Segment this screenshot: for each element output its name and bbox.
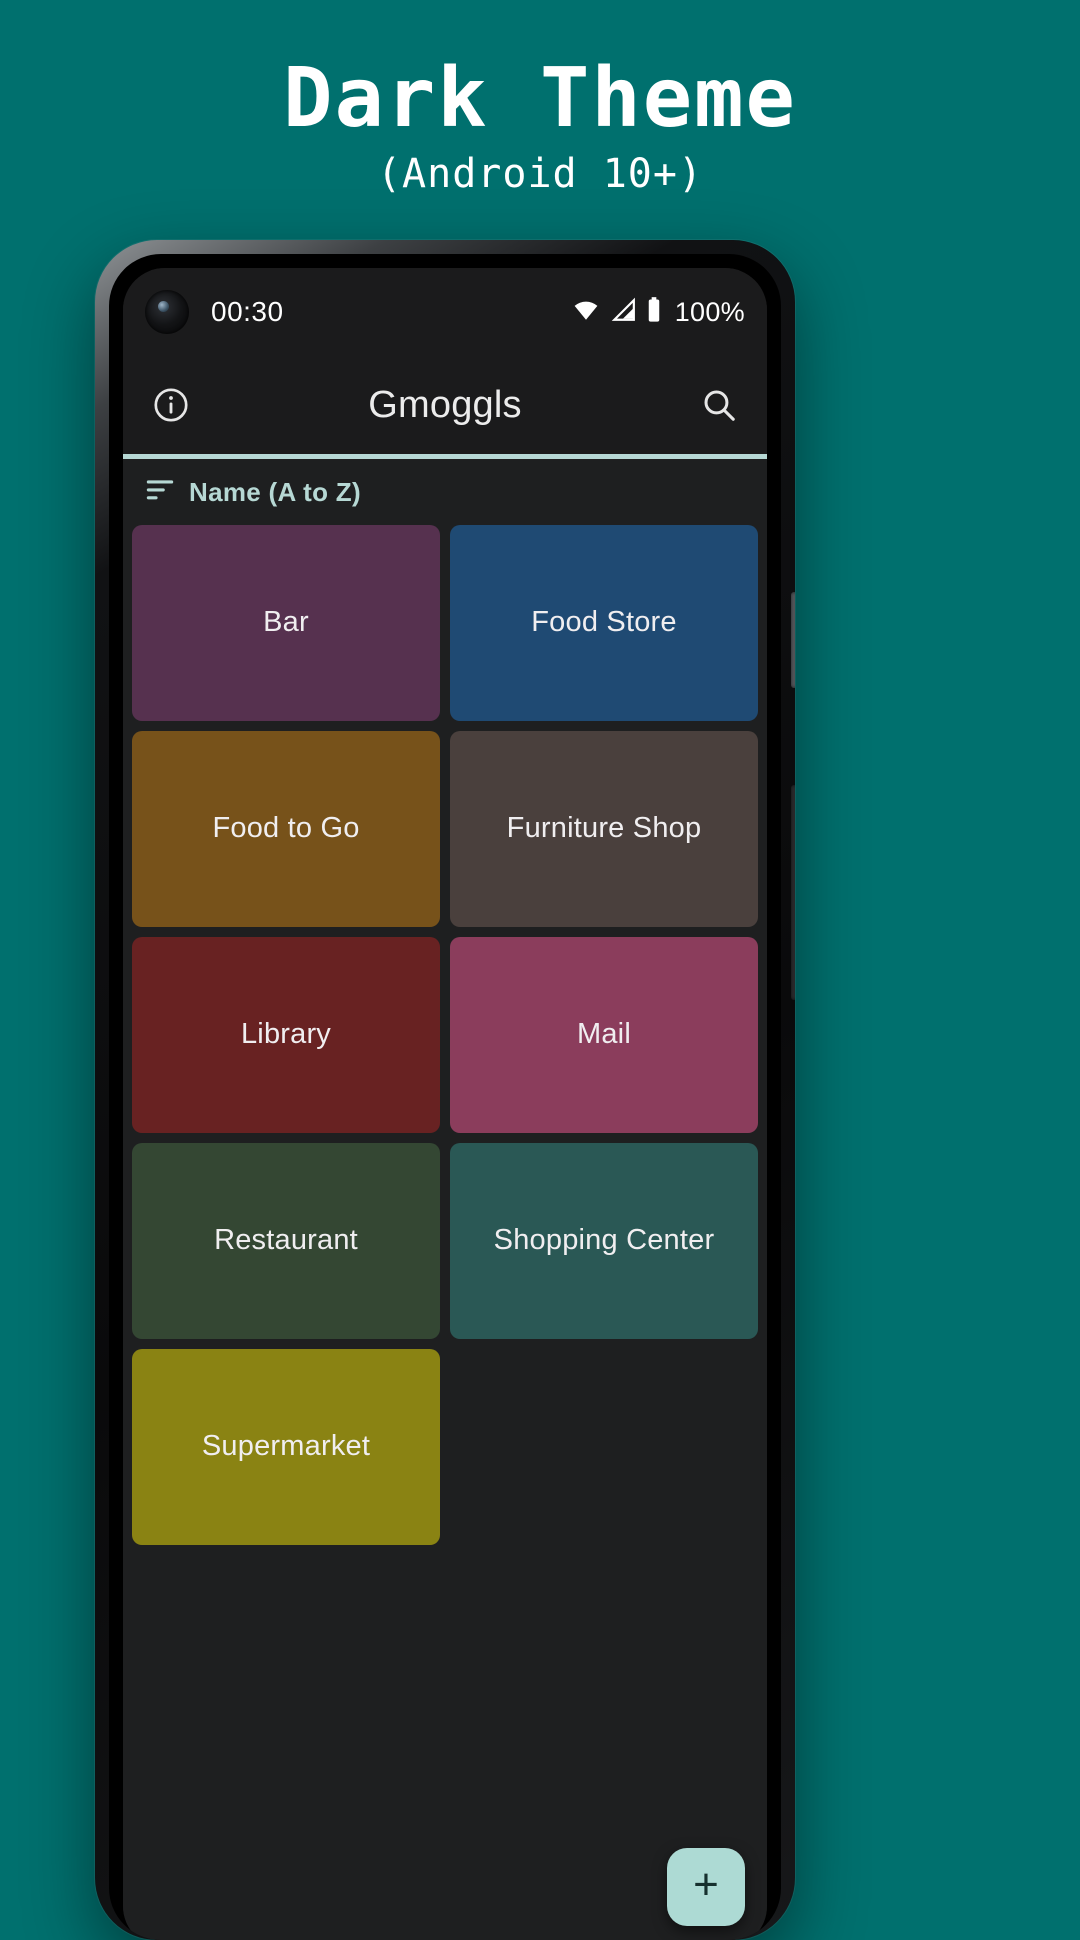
- tile-label: Food Store: [531, 606, 677, 639]
- tile-label: Shopping Center: [493, 1224, 715, 1257]
- tile-furniture-shop[interactable]: Furniture Shop: [450, 731, 758, 927]
- tile-mail[interactable]: Mail: [450, 937, 758, 1133]
- status-bar: 00:30 100%: [123, 268, 767, 356]
- tile-food-store[interactable]: Food Store: [450, 525, 758, 721]
- sort-row[interactable]: Name (A to Z): [123, 459, 767, 525]
- tile-label: Furniture Shop: [506, 812, 702, 845]
- tile-label: Supermarket: [201, 1430, 371, 1463]
- tile-library[interactable]: Library: [132, 937, 440, 1133]
- tile-food-to-go[interactable]: Food to Go: [132, 731, 440, 927]
- volume-button[interactable]: [791, 785, 795, 1000]
- wifi-icon: [571, 297, 601, 328]
- app-bar: Gmoggls: [123, 356, 767, 454]
- sort-icon: [145, 478, 175, 507]
- tile-restaurant[interactable]: Restaurant: [132, 1143, 440, 1339]
- phone-bezel: 00:30 100% Gmoggls Name (A to Z) Bar Foo…: [109, 254, 781, 1940]
- plus-icon: +: [693, 1860, 719, 1909]
- phone-mockup: 00:30 100% Gmoggls Name (A to Z) Bar Foo…: [95, 240, 795, 1940]
- page-title: Gmoggls: [368, 383, 522, 426]
- status-clock: 00:30: [211, 296, 284, 327]
- power-button[interactable]: [791, 592, 795, 688]
- tile-supermarket[interactable]: Supermarket: [132, 1349, 440, 1545]
- promo-title: Dark Theme: [283, 51, 797, 146]
- status-icons: 100%: [571, 296, 745, 329]
- search-icon[interactable]: [693, 379, 745, 431]
- tile-label: Food to Go: [212, 812, 360, 845]
- battery-full-icon: [645, 296, 663, 329]
- tile-shopping-center[interactable]: Shopping Center: [450, 1143, 758, 1339]
- info-icon[interactable]: [145, 379, 197, 431]
- content-area: Name (A to Z) Bar Food Store Food to Go …: [123, 459, 767, 1940]
- add-button[interactable]: +: [667, 1848, 745, 1926]
- tile-label: Library: [240, 1018, 332, 1051]
- tile-grid: Bar Food Store Food to Go Furniture Shop…: [123, 525, 767, 1545]
- tile-label: Bar: [263, 606, 309, 639]
- battery-percent-label: 100%: [674, 296, 745, 327]
- sort-label: Name (A to Z): [189, 476, 361, 507]
- promo-subtitle: (Android 10+): [376, 151, 704, 197]
- tile-bar[interactable]: Bar: [132, 525, 440, 721]
- tile-label: Restaurant: [214, 1224, 358, 1257]
- front-camera-icon: [145, 290, 189, 334]
- promo-header: Dark Theme (Android 10+): [0, 0, 1080, 197]
- cell-signal-icon: [609, 297, 637, 328]
- tile-label: Mail: [577, 1018, 631, 1051]
- phone-screen: 00:30 100% Gmoggls Name (A to Z) Bar Foo…: [123, 268, 767, 1940]
